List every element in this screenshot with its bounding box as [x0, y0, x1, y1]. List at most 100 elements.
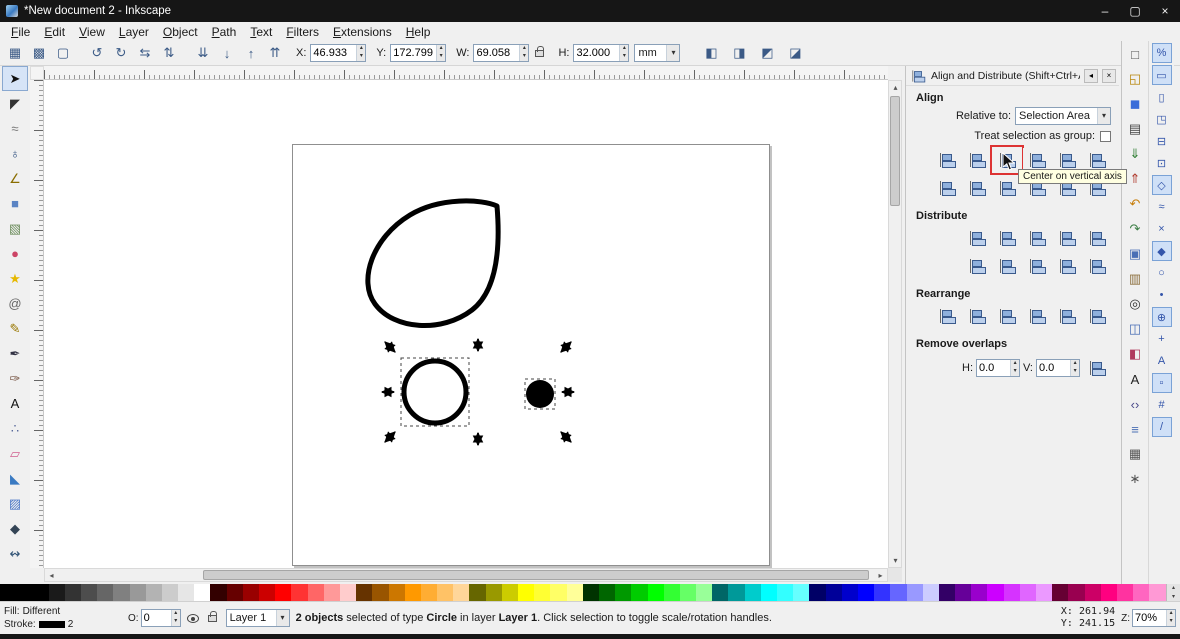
text-baseline-button[interactable]: [1083, 176, 1111, 200]
rotate-positions-button[interactable]: [1023, 304, 1051, 328]
panel-collapse-button[interactable]: ◂: [1084, 68, 1098, 83]
palette-swatch[interactable]: [178, 584, 195, 601]
menu-file[interactable]: File: [4, 24, 37, 40]
treat-as-group-checkbox[interactable]: [1100, 130, 1111, 142]
palette-swatch[interactable]: [696, 584, 713, 601]
snap-rotation-centers-icon[interactable]: +: [1152, 329, 1172, 349]
scale-handle[interactable]: [384, 431, 396, 443]
palette-swatch[interactable]: [987, 584, 1004, 601]
palette-swatch[interactable]: [485, 584, 502, 601]
palette-swatch[interactable]: [744, 584, 761, 601]
ellipse-tool[interactable]: ●: [2, 241, 28, 266]
zoom-tool[interactable]: ♁: [2, 141, 28, 166]
palette-swatch[interactable]: [1133, 584, 1150, 601]
palette-swatch[interactable]: [890, 584, 907, 601]
measure-tool[interactable]: ∠: [2, 166, 28, 191]
menu-edit[interactable]: Edit: [37, 24, 72, 40]
palette-swatch[interactable]: [356, 584, 373, 601]
palette-swatch[interactable]: [1116, 584, 1134, 601]
palette-swatch[interactable]: [1084, 584, 1101, 601]
scroll-right-icon[interactable]: ▸: [874, 569, 887, 582]
palette-swatch[interactable]: [501, 584, 519, 601]
palette-swatch[interactable]: [841, 584, 858, 601]
palette-swatch[interactable]: [1149, 584, 1166, 601]
dropper-tool[interactable]: ◆: [2, 516, 28, 541]
transform-corners-toggle-icon[interactable]: ◨: [728, 42, 750, 64]
vertical-ruler[interactable]: [30, 80, 44, 568]
document-properties-icon[interactable]: ▦: [1123, 442, 1147, 466]
y-spinbox[interactable]: ▴▾: [390, 44, 447, 62]
palette-swatch[interactable]: [857, 584, 875, 601]
horizontal-ruler[interactable]: [44, 66, 888, 80]
relative-to-select[interactable]: Selection Area ▾: [1015, 107, 1111, 125]
flip-vertical-icon[interactable]: ⇅: [158, 42, 180, 64]
align-left-to-right-edge-button[interactable]: [1053, 148, 1081, 172]
snap-midpoints-icon[interactable]: •: [1152, 285, 1172, 305]
palette-swatch[interactable]: [372, 584, 389, 601]
unclump-button[interactable]: [1083, 304, 1111, 328]
palette-swatch[interactable]: [161, 584, 179, 601]
filled-circle-shape[interactable]: [526, 380, 554, 408]
align-right-edges-button[interactable]: [1023, 148, 1051, 172]
distribute-bottom-edges-button[interactable]: [1023, 254, 1051, 278]
scale-handle[interactable]: [384, 341, 396, 353]
close-button[interactable]: ×: [1150, 0, 1180, 22]
palette-swatch[interactable]: [64, 584, 81, 601]
palette-swatch[interactable]: [1068, 584, 1085, 601]
snap-paths-icon[interactable]: ≈: [1152, 197, 1172, 217]
scroll-down-icon[interactable]: ▾: [889, 554, 902, 567]
palette-swatch[interactable]: [598, 584, 616, 601]
palette-swatch[interactable]: [679, 584, 697, 601]
palette-swatch[interactable]: [712, 584, 729, 601]
node-editor-tool[interactable]: ◤: [2, 91, 28, 116]
connector-tool[interactable]: ↭: [2, 541, 28, 566]
palette-swatch[interactable]: [97, 584, 114, 601]
transform-pattern-toggle-icon[interactable]: ◪: [784, 42, 806, 64]
distribute-right-edges-button[interactable]: [1023, 226, 1051, 250]
palette-swatch[interactable]: [420, 584, 438, 601]
rotate-ccw-icon[interactable]: ↺: [86, 42, 108, 64]
menu-filters[interactable]: Filters: [279, 24, 326, 40]
copy-icon[interactable]: ▣: [1123, 242, 1147, 266]
selector-tool[interactable]: ➤: [2, 66, 28, 91]
spin-arrows-icon[interactable]: ▴ ▾: [356, 45, 366, 61]
snap-nodes-icon[interactable]: ◇: [1151, 175, 1172, 195]
raise-to-top-icon[interactable]: ⇈: [264, 42, 286, 64]
palette-swatch[interactable]: [760, 584, 778, 601]
new-document-icon[interactable]: □: [1123, 42, 1147, 66]
palette-swatch[interactable]: [0, 584, 49, 601]
align-top-to-bottom-edge-button[interactable]: [1053, 176, 1081, 200]
transform-gradient-toggle-icon[interactable]: ◩: [756, 42, 778, 64]
paint-bucket-tool[interactable]: ◣: [2, 466, 28, 491]
menu-help[interactable]: Help: [399, 24, 438, 40]
stroke-color-swatch[interactable]: [38, 621, 65, 628]
palette-swatch[interactable]: [550, 584, 567, 601]
palette-scroll[interactable]: ▴ ▾: [1166, 584, 1180, 601]
snap-bbox-edges-icon[interactable]: ▯: [1152, 87, 1172, 107]
snap-smooth-nodes-icon[interactable]: ○: [1152, 263, 1172, 283]
import-icon[interactable]: ⇓: [1123, 142, 1147, 166]
palette-swatch[interactable]: [647, 584, 664, 601]
align-top-edges-button[interactable]: [963, 176, 991, 200]
palette-swatch[interactable]: [404, 584, 421, 601]
select-all-layers-icon[interactable]: ▩: [28, 42, 50, 64]
snap-guides-icon[interactable]: /: [1151, 417, 1172, 437]
palette-swatch[interactable]: [534, 584, 551, 601]
fill-stroke-dialog-icon[interactable]: ◧: [1123, 342, 1147, 366]
palette-swatch[interactable]: [1019, 584, 1037, 601]
horizontal-scrollbar[interactable]: ◂ ▸: [44, 568, 888, 582]
menu-layer[interactable]: Layer: [112, 24, 156, 40]
align-dialog-icon[interactable]: ≡: [1123, 417, 1147, 441]
palette-swatch[interactable]: [210, 584, 227, 601]
zoom-spinbox[interactable]: ▴▾: [1132, 609, 1176, 627]
eraser-tool[interactable]: ▱: [2, 441, 28, 466]
palette-swatch[interactable]: [113, 584, 130, 601]
spray-tool[interactable]: ∴: [2, 416, 28, 441]
paste-icon[interactable]: ▥: [1123, 267, 1147, 291]
star-tool[interactable]: ★: [2, 266, 28, 291]
lock-width-height-icon[interactable]: [535, 45, 545, 57]
palette-swatch[interactable]: [938, 584, 956, 601]
palette-swatch[interactable]: [518, 584, 535, 601]
lower-icon[interactable]: ↓: [216, 42, 238, 64]
x-spinbox[interactable]: ▴▾: [310, 44, 367, 62]
